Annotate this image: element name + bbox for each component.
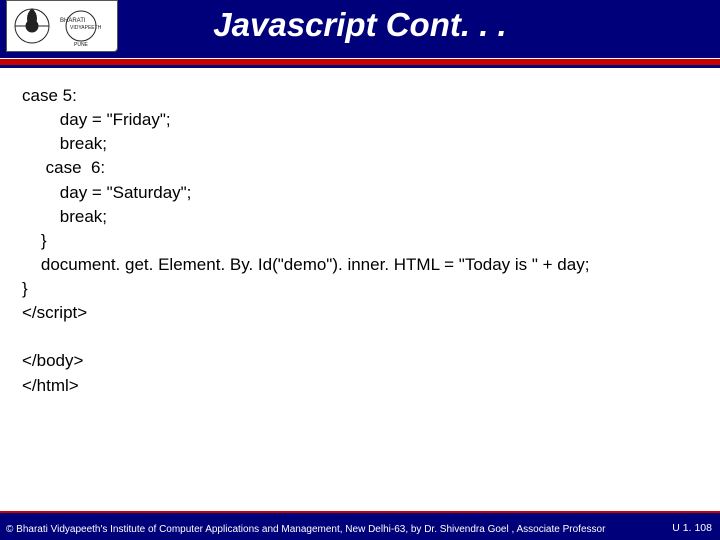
slide-footer: © Bharati Vidyapeeth's Institute of Comp… <box>0 513 720 540</box>
footer-copyright: © Bharati Vidyapeeth's Institute of Comp… <box>6 524 605 535</box>
code-block: case 5: day = "Friday"; break; case 6: d… <box>22 84 708 398</box>
slide-title: Javascript Cont. . . <box>0 6 720 44</box>
slide-content: case 5: day = "Friday"; break; case 6: d… <box>22 84 708 398</box>
slide-header: BHARATI VIDYAPEETH PUNE Javascript Cont.… <box>0 0 720 58</box>
header-red-accent <box>0 58 720 65</box>
footer-page-number: U 1. 108 <box>672 522 712 534</box>
slide: BHARATI VIDYAPEETH PUNE Javascript Cont.… <box>0 0 720 540</box>
header-dark-strip <box>0 65 720 68</box>
